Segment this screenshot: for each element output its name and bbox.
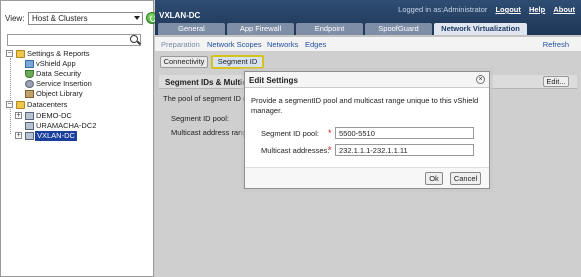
view-label: View:: [5, 14, 25, 23]
search-icon[interactable]: [130, 35, 138, 43]
required-marker: *: [328, 145, 332, 155]
multicast-field[interactable]: 232.1.1.1-232.1.1.11: [335, 144, 474, 156]
datacenter-icon: [25, 122, 34, 130]
cancel-button[interactable]: Cancel: [450, 172, 481, 185]
tree-label: Object Library: [36, 89, 83, 98]
multicast-value: 232.1.1.1-232.1.1.11: [339, 146, 408, 155]
dialog-titlebar: Edit Settings ×: [245, 72, 489, 88]
datacenter-icon: [25, 132, 34, 140]
edit-button[interactable]: Edit...: [543, 76, 569, 87]
multicast-range-label: Multicast address rang: [171, 128, 247, 137]
app-icon: [25, 60, 34, 68]
user-links: Logged in as:Administrator Logout Help A…: [398, 5, 575, 14]
folder-icon: [16, 101, 25, 109]
chevron-down-icon: [134, 16, 140, 20]
tab-spoofguard[interactable]: SpoofGuard: [365, 23, 432, 35]
tab-general[interactable]: General: [158, 23, 225, 35]
logged-in-text: Logged in as:Administrator: [398, 5, 488, 14]
pool-description: The pool of segment ID u: [163, 94, 248, 103]
tree-label: VXLAN-DC: [35, 131, 77, 141]
logout-link[interactable]: Logout: [495, 5, 520, 14]
subnav-preparation[interactable]: Preparation: [161, 40, 200, 49]
segment-id-button[interactable]: Segment ID: [211, 55, 264, 69]
dialog-description: Provide a segmentID pool and multicast r…: [251, 96, 479, 115]
help-link[interactable]: Help: [529, 5, 545, 14]
tab-endpoint[interactable]: Endpoint: [296, 23, 363, 35]
tab-bar: General App Firewall Endpoint SpoofGuard…: [158, 23, 529, 35]
subnav-networks[interactable]: Networks: [267, 40, 298, 49]
edit-settings-dialog: Edit Settings × Provide a segmentID pool…: [244, 71, 490, 189]
about-link[interactable]: About: [553, 5, 575, 14]
library-icon: [25, 90, 34, 98]
segment-pool-label: Segment ID pool:: [261, 129, 319, 138]
tree-connector: [10, 58, 11, 134]
view-row: View: Host & Clusters: [5, 12, 158, 26]
shield-icon: [25, 70, 34, 78]
ok-button[interactable]: Ok: [425, 172, 443, 185]
close-icon[interactable]: ×: [476, 75, 485, 84]
header-bar: VXLAN-DC Logged in as:Administrator Logo…: [155, 0, 581, 35]
tree-label: DEMO-DC: [36, 111, 72, 120]
refresh-link[interactable]: Refresh: [543, 40, 569, 49]
view-select[interactable]: Host & Clusters: [28, 12, 143, 25]
tab-network-virtualization[interactable]: Network Virtualization: [434, 23, 527, 35]
gear-icon: [25, 80, 34, 88]
required-marker: *: [328, 128, 332, 138]
collapse-icon[interactable]: −: [6, 50, 13, 57]
expand-icon[interactable]: +: [15, 132, 22, 139]
subnav-edges[interactable]: Edges: [305, 40, 326, 49]
section-title: Segment IDs & Multica: [165, 78, 252, 87]
segment-pool-value: 5500-5510: [339, 129, 375, 138]
expand-icon[interactable]: +: [15, 112, 22, 119]
inventory-pane: View: Host & Clusters − Settings & Repor…: [0, 0, 158, 277]
datacenter-icon: [25, 112, 34, 120]
view-select-value: Host & Clusters: [32, 14, 88, 23]
connectivity-button[interactable]: Connectivity: [160, 56, 208, 68]
subnav-network-scopes[interactable]: Network Scopes: [207, 40, 262, 49]
search-input[interactable]: [7, 34, 141, 46]
multicast-label: Multicast addresses:: [261, 146, 330, 155]
tree-label: Service Insertion: [36, 79, 92, 88]
segment-id-pool-label: Segment ID pool:: [171, 114, 229, 123]
dialog-footer: Ok Cancel: [245, 167, 489, 188]
dialog-title: Edit Settings: [249, 76, 298, 85]
collapse-icon[interactable]: −: [6, 101, 13, 108]
tree-label: Settings & Reports: [27, 49, 90, 58]
segment-pool-field[interactable]: 5500-5510: [335, 127, 474, 139]
tree-label: Datacenters: [27, 100, 68, 109]
page-title: VXLAN-DC: [159, 11, 201, 20]
tab-app-firewall[interactable]: App Firewall: [227, 23, 294, 35]
folder-icon: [16, 50, 25, 58]
tree-label: vShield App: [36, 59, 76, 68]
tree-label: URAMACHA-DC2: [36, 121, 97, 130]
tree-label: Data Security: [36, 69, 82, 78]
sub-navigation: Preparation Network Scopes Networks Edge…: [155, 37, 581, 51]
